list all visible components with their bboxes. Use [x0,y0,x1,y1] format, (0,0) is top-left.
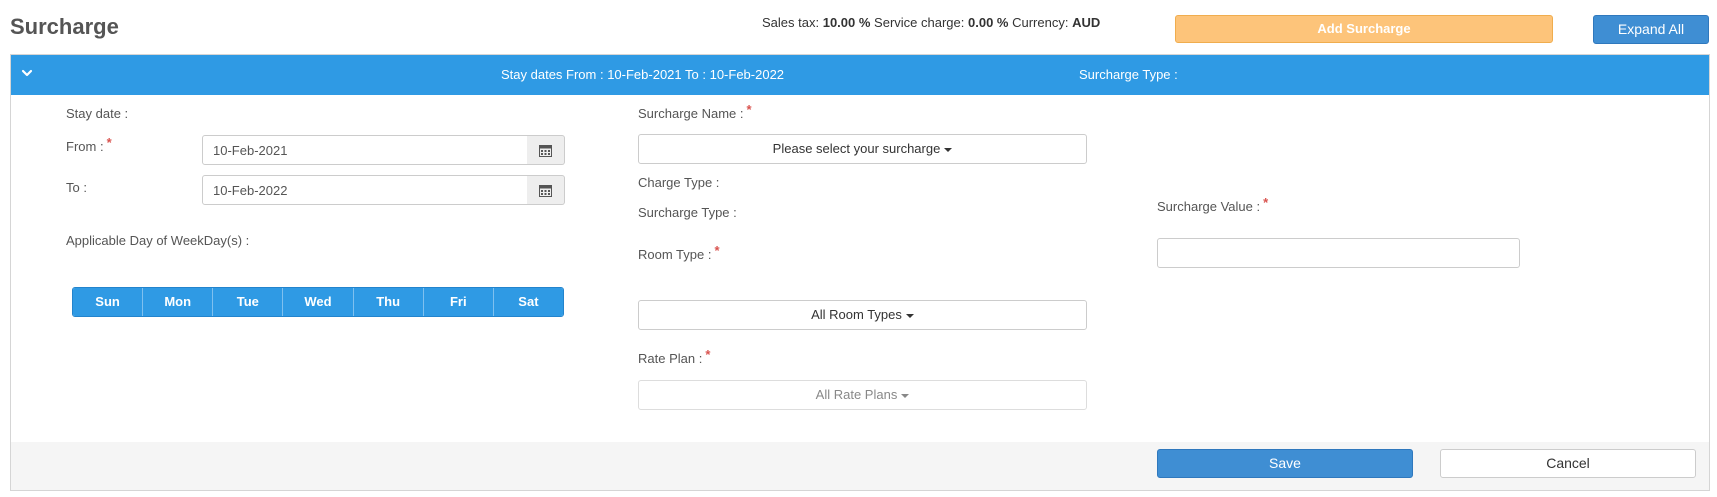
to-date-input[interactable] [202,175,528,205]
page-title: Surcharge [10,14,119,39]
required-marker: * [705,347,711,362]
weekday-label: Applicable Day of WeekDay(s) : [66,233,250,248]
save-button[interactable]: Save [1157,449,1413,478]
required-marker: * [714,243,720,258]
caret-down-icon [901,393,910,398]
day-fri-toggle[interactable]: Fri [423,288,494,316]
stay-date-label: Stay date : [66,106,129,121]
required-marker: * [106,135,112,150]
tax-info: Sales tax: 10.00 % Service charge: 0.00 … [762,15,1100,30]
header-stay-dates: Stay dates From : 10-Feb-2021 To : 10-Fe… [501,67,785,82]
day-sun-toggle[interactable]: Sun [73,288,144,316]
from-label: From : * [66,135,112,154]
day-mon-toggle[interactable]: Mon [143,288,214,316]
from-calendar-button[interactable] [527,135,565,165]
service-charge-value: 0.00 % [968,15,1009,30]
to-label: To : [66,180,87,195]
sales-tax-label: Sales tax: [762,15,820,30]
weekday-toggle-group: Sun Mon Tue Wed Thu Fri Sat [72,287,564,317]
panel-header[interactable]: Stay dates From : 10-Feb-2021 To : 10-Fe… [11,55,1709,95]
surcharge-name-value: Please select your surcharge [772,141,941,156]
service-charge-label: Service charge: [874,15,965,30]
rate-plan-label: Rate Plan : * [638,347,710,366]
add-surcharge-button[interactable]: Add Surcharge [1175,15,1553,43]
charge-type-label: Charge Type : [638,175,720,190]
chevron-down-icon[interactable] [19,65,35,81]
surcharge-value-label-text: Surcharge Value : [1157,199,1261,214]
surcharge-name-dropdown[interactable]: Please select your surcharge [638,134,1087,164]
day-sat-toggle[interactable]: Sat [493,288,563,316]
surcharge-panel: Stay dates From : 10-Feb-2021 To : 10-Fe… [10,54,1710,491]
rate-plan-label-text: Rate Plan : [638,351,703,366]
from-label-text: From : [66,139,104,154]
expand-all-button[interactable]: Expand All [1593,15,1709,44]
rate-plan-value: All Rate Plans [815,387,898,402]
caret-down-icon [944,147,953,152]
caret-down-icon [905,313,914,318]
required-marker: * [746,102,752,117]
room-type-label: Room Type : * [638,243,720,262]
room-type-value: All Room Types [811,307,902,322]
header-surcharge-type: Surcharge Type : [1079,67,1178,82]
surcharge-value-label: Surcharge Value : * [1157,195,1268,214]
rate-plan-dropdown[interactable]: All Rate Plans [638,380,1087,410]
day-thu-toggle[interactable]: Thu [353,288,424,316]
room-type-dropdown[interactable]: All Room Types [638,300,1087,330]
surcharge-type-label: Surcharge Type : [638,205,737,220]
cancel-button[interactable]: Cancel [1440,449,1696,478]
room-type-label-text: Room Type : [638,247,712,262]
surcharge-name-label: Surcharge Name : * [638,102,752,121]
to-calendar-button[interactable] [527,175,565,205]
day-wed-toggle[interactable]: Wed [283,288,354,316]
day-tue-toggle[interactable]: Tue [213,288,284,316]
from-date-input[interactable] [202,135,528,165]
surcharge-value-input[interactable] [1157,238,1520,268]
surcharge-name-label-text: Surcharge Name : [638,106,744,121]
currency-label: Currency: [1012,15,1069,30]
currency-value: AUD [1072,15,1101,30]
sales-tax-value: 10.00 % [822,15,871,30]
required-marker: * [1263,195,1269,210]
